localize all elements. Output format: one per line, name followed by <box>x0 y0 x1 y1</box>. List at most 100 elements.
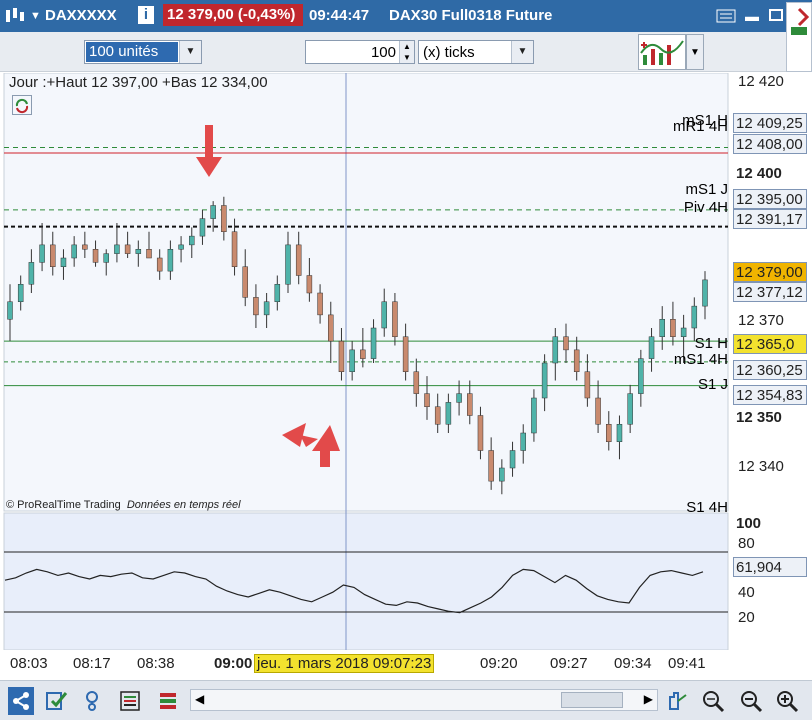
units-select[interactable]: 100 unités ▼ <box>84 40 202 64</box>
ticks-count-value: 100 <box>370 44 396 61</box>
minimize-icon[interactable]: ▬ <box>742 8 762 25</box>
candle-type-icon[interactable] <box>4 7 26 29</box>
zoom-in-icon[interactable] <box>774 687 800 715</box>
scroll-left-icon[interactable]: ◀ <box>195 692 204 706</box>
candle-body <box>28 262 35 285</box>
candle-body <box>156 257 163 272</box>
candle-body <box>531 397 537 434</box>
chart-header: Jour :+Haut 12 397,00 +Bas 12 334,00 <box>9 74 268 91</box>
add-indicator-icon[interactable] <box>44 687 70 715</box>
chevron-down-icon[interactable]: ▼ <box>511 41 533 63</box>
refresh-icon[interactable] <box>12 95 32 115</box>
candle-body <box>509 450 516 469</box>
scrollbar-thumb[interactable] <box>561 692 623 708</box>
zoom-out-icon[interactable] <box>738 687 764 715</box>
candle-body <box>317 292 323 316</box>
candle-body <box>563 336 569 351</box>
candle-body <box>167 249 174 272</box>
level-label-ms1j: mS1 J <box>685 181 728 198</box>
share-icon[interactable] <box>8 687 34 715</box>
candle-body <box>103 253 109 263</box>
stepper-down-icon[interactable]: ▼ <box>399 52 414 63</box>
level-value-ms14h: 12 360,25 <box>733 360 807 380</box>
candle-body <box>82 244 88 250</box>
candle-body <box>445 402 452 425</box>
indicator-y-label: 40 <box>738 584 755 601</box>
candle-body <box>135 249 142 254</box>
candle-body <box>189 235 195 246</box>
chevron-down-icon[interactable]: ▼ <box>30 10 41 22</box>
candle-body <box>638 358 644 394</box>
level-label-mr14h: mR1 4H <box>672 118 728 135</box>
ticks-unit-value: (x) ticks <box>423 44 475 61</box>
candle-body <box>114 244 120 254</box>
level-value-ms1j: 12 395,00 <box>733 189 807 209</box>
candle-body <box>242 266 248 298</box>
candle-body <box>413 371 420 394</box>
candle-body <box>702 279 708 307</box>
clock-time: 09:44:47 <box>309 7 370 24</box>
candle-body <box>295 244 302 276</box>
candle-body <box>146 249 152 259</box>
indicators-button[interactable] <box>638 34 686 70</box>
candle-body <box>349 349 355 372</box>
candle-body <box>691 305 698 329</box>
chevron-down-icon[interactable]: ▼ <box>686 34 704 70</box>
stepper-up-icon[interactable]: ▲ <box>399 41 414 52</box>
candle-body <box>306 275 313 294</box>
symbol-name[interactable]: DAXXXXX <box>45 7 117 24</box>
candle-body <box>71 244 77 259</box>
candle-body <box>328 314 334 342</box>
level-label-s1h: S1 H <box>694 335 728 352</box>
indicator-y-label: 80 <box>738 535 755 552</box>
indicator-value-badge: 61,904 <box>733 557 807 577</box>
candle-body <box>221 205 227 232</box>
ticks-count-stepper[interactable]: 100 ▲ ▼ <box>305 40 415 64</box>
y-label: 12 400 <box>736 165 782 182</box>
units-select-value: 100 unités <box>86 42 178 62</box>
candle-body <box>520 432 526 451</box>
crosshair-price-badge: 12 377,12 <box>733 282 807 302</box>
y-label: 12 350 <box>736 409 782 426</box>
level-label-s1j: S1 J <box>697 376 728 393</box>
watermark-note: Données en temps réel <box>126 499 241 511</box>
maximize-icon[interactable] <box>766 8 786 25</box>
level-value-s1j: 12 354,83 <box>733 385 807 405</box>
candle-body <box>477 415 484 451</box>
candle-body <box>338 340 345 372</box>
candle-body <box>424 393 430 407</box>
order-book-icon[interactable] <box>156 687 182 715</box>
chart-scrollbar[interactable]: ◀ ▶ <box>190 689 658 711</box>
candle-body <box>456 393 462 403</box>
watermark-brand: © ProRealTime Trading <box>6 499 121 511</box>
ticks-unit-select[interactable]: (x) ticks ▼ <box>418 40 534 64</box>
price-chart[interactable]: Jour :+Haut 12 397,00 +Bas 12 334,00 © P… <box>0 73 812 650</box>
price-change-badge: 12 379,00 (-0,43%) <box>163 4 303 26</box>
candle-body <box>7 301 13 320</box>
tool-icon <box>791 7 810 35</box>
chevron-down-icon[interactable]: ▼ <box>179 41 201 63</box>
candle-body <box>199 218 206 237</box>
side-tools-button[interactable] <box>786 2 812 72</box>
level-value-piv4h: 12 391,17 <box>733 209 807 229</box>
candle-body <box>50 244 56 267</box>
drawing-tools-icon[interactable] <box>82 687 108 715</box>
scroll-right-icon[interactable]: ▶ <box>644 692 653 706</box>
level-label-ms14h: mS1 4H <box>673 351 728 368</box>
candle-body <box>434 406 441 425</box>
candle-body <box>488 450 494 482</box>
zoom-fit-icon[interactable] <box>700 687 726 715</box>
x-label: 08:03 <box>10 655 48 672</box>
x-label: 09:27 <box>550 655 588 672</box>
x-label: 09:00 <box>214 655 253 672</box>
candle-body <box>402 336 409 372</box>
candle-body <box>92 249 99 263</box>
crosshair-date-badge: jeu. 1 mars 2018 09:07:23 <box>254 654 435 673</box>
candle-body <box>285 244 291 285</box>
drag-hand-icon[interactable] <box>664 687 690 715</box>
candle-body <box>381 301 387 329</box>
candle-body <box>541 362 548 399</box>
menu-icon[interactable] <box>716 8 736 25</box>
info-icon[interactable]: i <box>138 6 154 24</box>
list-icon[interactable] <box>118 687 144 715</box>
